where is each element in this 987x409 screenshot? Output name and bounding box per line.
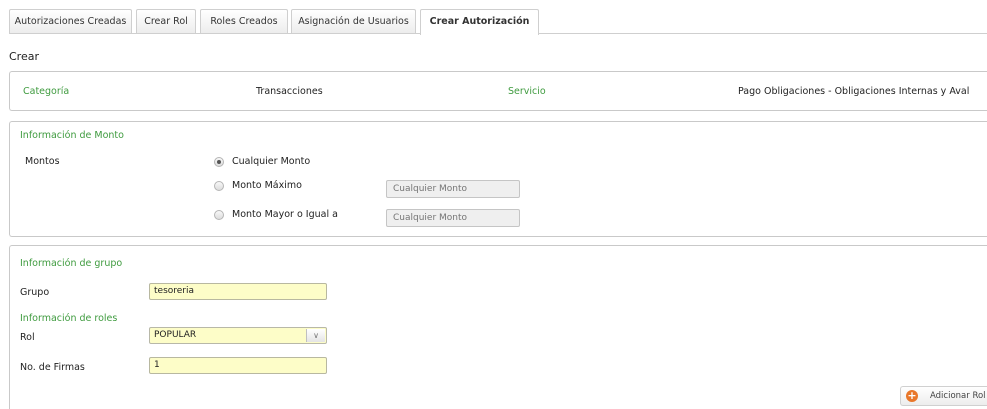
role-select-value: POPULAR: [154, 330, 197, 340]
amount-section-title: Información de Monto: [20, 130, 124, 141]
group-panel: Información de grupo Grupo tesoreria Inf…: [9, 245, 987, 409]
category-value: Transacciones: [256, 86, 323, 97]
tab-autorizaciones-creadas[interactable]: Autorizaciones Creadas: [9, 9, 132, 34]
amounts-label: Montos: [25, 156, 60, 167]
tab-roles-creados[interactable]: Roles Creados: [200, 9, 288, 34]
signatures-label: No. de Firmas: [20, 362, 85, 373]
radio-any-amount-label: Cualquier Monto: [232, 156, 311, 167]
service-value: Pago Obligaciones - Obligaciones Interna…: [738, 86, 970, 97]
tab-asignacion-usuarios[interactable]: Asignación de Usuarios: [291, 9, 416, 34]
radio-max-amount[interactable]: [214, 181, 224, 191]
role-select[interactable]: POPULAR ∨: [149, 327, 327, 344]
service-label: Servicio: [508, 86, 546, 97]
tab-crear-autorizacion[interactable]: Crear Autorización: [420, 9, 539, 35]
signatures-input[interactable]: 1: [149, 357, 327, 374]
amount-panel: Información de Monto Montos Cualquier Mo…: [9, 121, 987, 237]
tab-crear-rol[interactable]: Crear Rol: [136, 9, 196, 34]
roles-section-title: Información de roles: [20, 313, 118, 324]
chevron-down-icon[interactable]: ∨: [306, 329, 325, 342]
max-amount-field[interactable]: [386, 180, 520, 198]
plus-icon: +: [906, 389, 918, 402]
min-amount-field[interactable]: [386, 209, 520, 227]
category-label: Categoría: [23, 86, 70, 97]
tab-bar: Autorizaciones Creadas Crear Rol Roles C…: [9, 9, 987, 35]
group-input[interactable]: tesoreria: [149, 283, 327, 300]
add-role-button[interactable]: + Adicionar Rol: [900, 386, 987, 406]
radio-max-amount-label: Monto Máximo: [232, 180, 302, 191]
group-label: Grupo: [20, 287, 50, 298]
role-label: Rol: [20, 332, 35, 343]
radio-min-amount[interactable]: [214, 210, 224, 220]
add-role-button-label: Adicionar Rol: [930, 391, 986, 401]
radio-any-amount[interactable]: [214, 157, 224, 167]
group-section-title: Información de grupo: [20, 258, 123, 269]
radio-min-amount-label: Monto Mayor o Igual a: [232, 209, 338, 220]
summary-panel: Categoría Transacciones Servicio Pago Ob…: [9, 71, 987, 111]
page-title: Crear: [9, 50, 39, 63]
